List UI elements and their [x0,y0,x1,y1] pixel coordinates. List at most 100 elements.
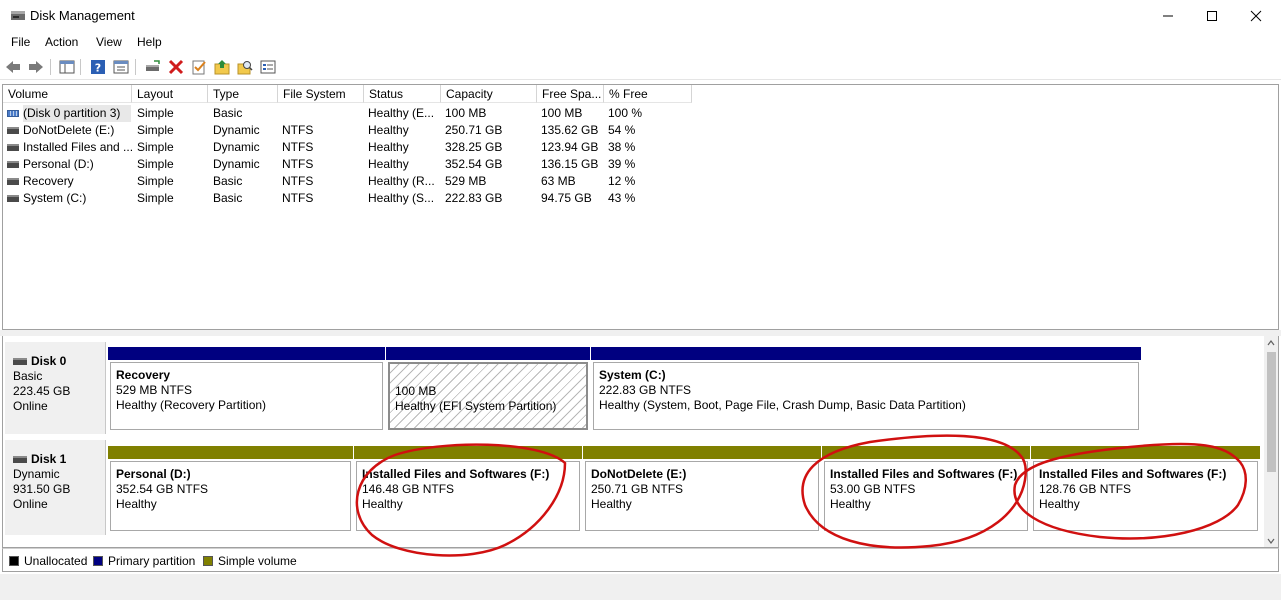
partition-system-c[interactable]: System (C:) 222.83 GB NTFS Healthy (Syst… [591,347,1141,434]
volume-row[interactable]: Recovery Simple Basic NTFS Healthy (R...… [3,173,1278,190]
menu-help[interactable]: Help [137,35,162,49]
volume-free-space: 136.15 GB [541,157,599,171]
volume-percent-free: 38 % [608,140,636,154]
volume-capacity: 250.71 GB [445,123,503,137]
delete-button[interactable] [167,58,185,76]
check-button[interactable] [190,58,208,76]
column-header-file-system[interactable]: File System [278,85,364,103]
scroll-up-icon[interactable] [1267,340,1275,346]
toolbar-separator [50,59,51,75]
toolbar-separator [80,59,81,75]
partition-installed-f-3[interactable]: Installed Files and Softwares (F:) 128.7… [1031,446,1260,535]
volume-row[interactable]: DoNotDelete (E:) Simple Dynamic NTFS Hea… [3,122,1278,139]
volume-percent-free: 12 % [608,174,636,188]
volume-row[interactable]: Personal (D:) Simple Dynamic NTFS Health… [3,156,1278,173]
volume-status: Healthy [368,123,409,137]
partition-installed-f-1[interactable]: Installed Files and Softwares (F:) 146.4… [354,446,582,535]
window-title: Disk Management [30,8,135,23]
column-header-type[interactable]: Type [208,85,278,103]
show-hide-console-tree-button[interactable] [58,58,76,76]
volume-free-space: 135.62 GB [541,123,599,137]
disk-name: Disk 0 [31,354,67,368]
volume-free-space: 123.94 GB [541,140,599,154]
volume-status: Healthy [368,140,409,154]
partition-size: 53.00 GB NTFS [830,482,916,496]
volume-status: Healthy [368,157,409,171]
volume-type: Basic [213,106,243,120]
close-button[interactable] [1233,0,1279,32]
disk-1-label[interactable]: Disk 1 Dynamic 931.50 GB Online [5,440,106,535]
column-header-layout[interactable]: Layout [132,85,208,103]
volume-file-system: NTFS [282,123,314,137]
simple-volume-bar [354,446,582,459]
volume-name: System (C:) [23,191,87,205]
volume-type: Dynamic [213,123,260,137]
striped-volume-icon [7,110,19,117]
volume-layout: Simple [137,106,174,120]
legend-swatch-simple [203,556,213,566]
disk-kind: Basic [13,369,43,383]
partition-recovery[interactable]: Recovery 529 MB NTFS Healthy (Recovery P… [108,347,385,434]
maximize-button[interactable] [1189,0,1235,32]
back-button[interactable] [4,58,22,76]
volume-file-system: NTFS [282,157,314,171]
partition-size: 146.48 GB NTFS [362,482,455,496]
disk-size: 931.50 GB [13,482,71,496]
volume-layout: Simple [137,123,174,137]
partition-name: Personal (D:) [116,467,191,481]
menu-file[interactable]: File [11,35,30,49]
column-header-volume[interactable]: Volume [3,85,132,103]
settings-list-button[interactable] [259,58,277,76]
minimize-button[interactable] [1145,0,1191,32]
scrollbar-thumb[interactable] [1267,352,1276,472]
connect-virtual-disk-button[interactable] [144,58,162,76]
column-header-free-space[interactable]: Free Spa... [537,85,604,103]
open-folder-button[interactable] [213,58,231,76]
volume-capacity: 100 MB [445,106,487,120]
console-tree-icon [59,60,75,74]
partition-size: 352.54 GB NTFS [116,482,209,496]
column-header-status[interactable]: Status [364,85,441,103]
volume-capacity: 222.83 GB [445,191,503,205]
column-header-percent-free[interactable]: % Free [604,85,692,103]
partition-installed-f-2[interactable]: Installed Files and Softwares (F:) 53.00… [822,446,1030,535]
menu-action[interactable]: Action [45,35,78,49]
partition-name [395,369,586,384]
partition-name: Installed Files and Softwares (F:) [830,467,1018,481]
folder-search-icon [237,61,253,75]
primary-partition-bar [386,347,590,360]
volume-row[interactable]: (Disk 0 partition 3) Simple Basic Health… [3,105,1278,122]
partition-name: System (C:) [599,368,666,382]
help-button[interactable]: ? [89,58,107,76]
volume-percent-free: 39 % [608,157,636,171]
volume-capacity: 529 MB [445,174,487,188]
partition-donotdelete-e[interactable]: DoNotDelete (E:) 250.71 GB NTFS Healthy [583,446,821,535]
disk-state: Online [13,497,48,511]
menu-view[interactable]: View [96,35,122,49]
legend-label: Simple volume [218,554,297,568]
disk-icon [13,456,27,463]
help-icon: ? [91,60,105,75]
volume-free-space: 63 MB [541,174,576,188]
vertical-scrollbar[interactable] [1264,336,1278,547]
partition-status: Healthy [362,497,403,511]
volume-row[interactable]: System (C:) Simple Basic NTFS Healthy (S… [3,190,1278,207]
forward-button[interactable] [27,58,45,76]
partition-efi[interactable]: 100 MB Healthy (EFI System Partition) [386,347,590,434]
search-folder-button[interactable] [236,58,254,76]
disk-0-label[interactable]: Disk 0 Basic 223.45 GB Online [5,342,106,434]
volume-icon [7,161,19,168]
partition-size: 529 MB NTFS [116,383,193,397]
volume-row[interactable]: Installed Files and ... Simple Dynamic N… [3,139,1278,156]
column-header-capacity[interactable]: Capacity [441,85,537,103]
volume-name: Personal (D:) [23,157,94,171]
properties-button[interactable] [112,58,130,76]
volume-list[interactable]: Volume Layout Type File System Status Ca… [2,84,1279,330]
partition-personal-d[interactable]: Personal (D:) 352.54 GB NTFS Healthy [108,446,353,535]
scroll-down-icon[interactable] [1267,538,1275,544]
partition-status: Healthy [116,497,157,511]
volume-layout: Simple [137,140,174,154]
disk-kind: Dynamic [13,467,60,481]
volume-layout: Simple [137,157,174,171]
legend-swatch-primary [93,556,103,566]
